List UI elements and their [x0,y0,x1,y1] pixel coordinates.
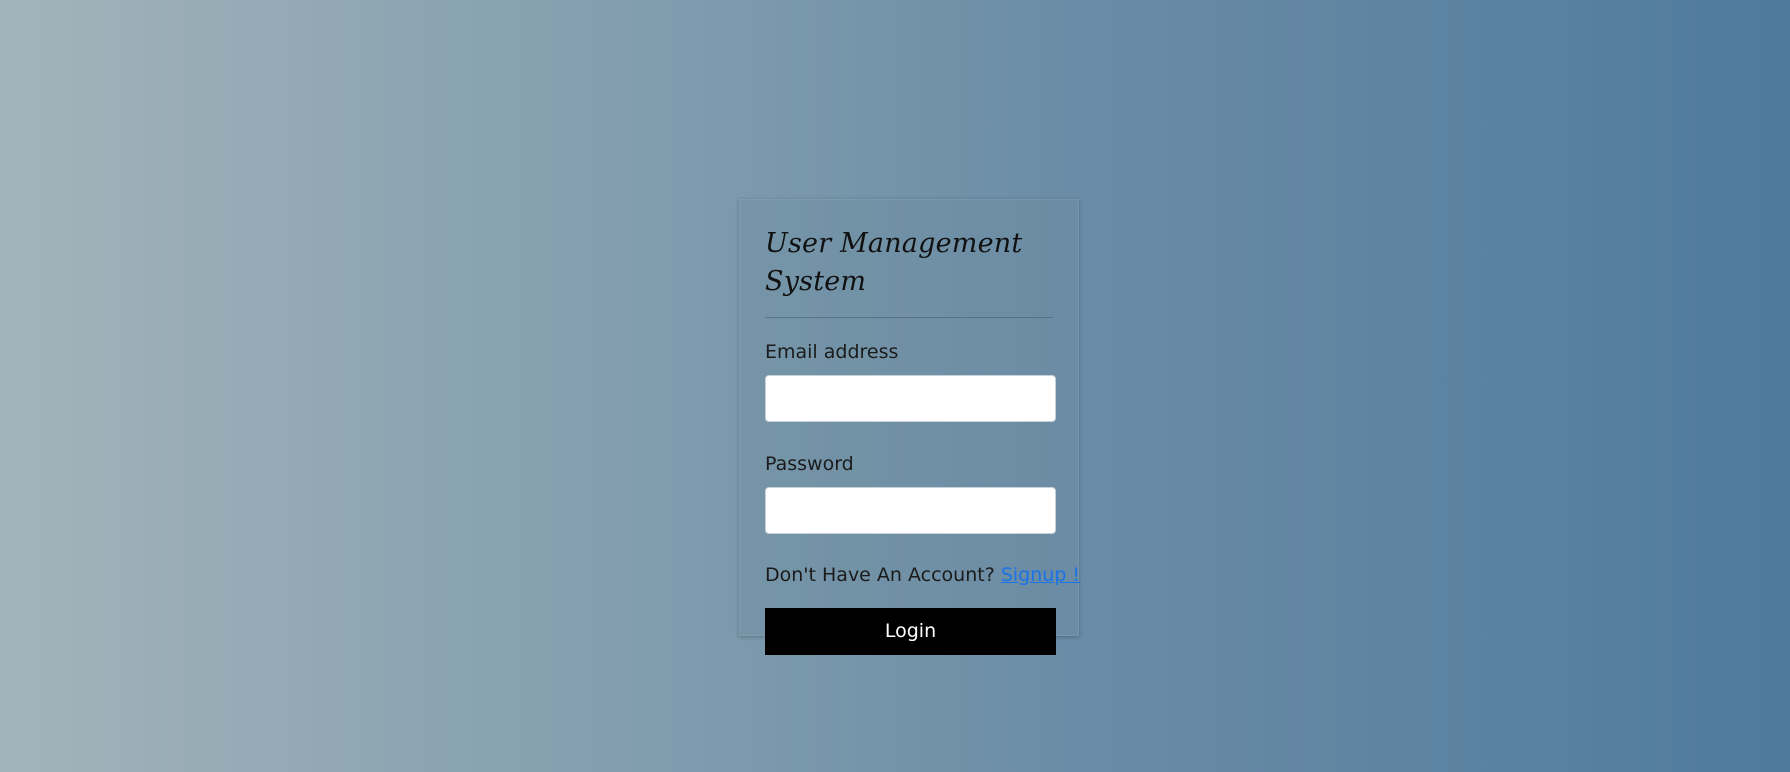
signup-link[interactable]: Signup ! [1001,564,1080,586]
login-card: User Management System Email address Pas… [739,199,1080,655]
password-field[interactable] [765,487,1056,534]
login-button[interactable]: Login [765,608,1056,655]
title-divider [765,317,1053,318]
password-label: Password [765,453,854,475]
page-background: { "login_card": { "title": "User Managem… [0,0,1790,772]
signup-prompt-row: Don't Have An Account? Signup ! [765,563,1080,587]
email-field[interactable] [765,375,1056,422]
signup-prompt-text: Don't Have An Account? [765,564,995,586]
app-title: User Management System [765,228,1023,297]
email-label: Email address [765,341,899,363]
